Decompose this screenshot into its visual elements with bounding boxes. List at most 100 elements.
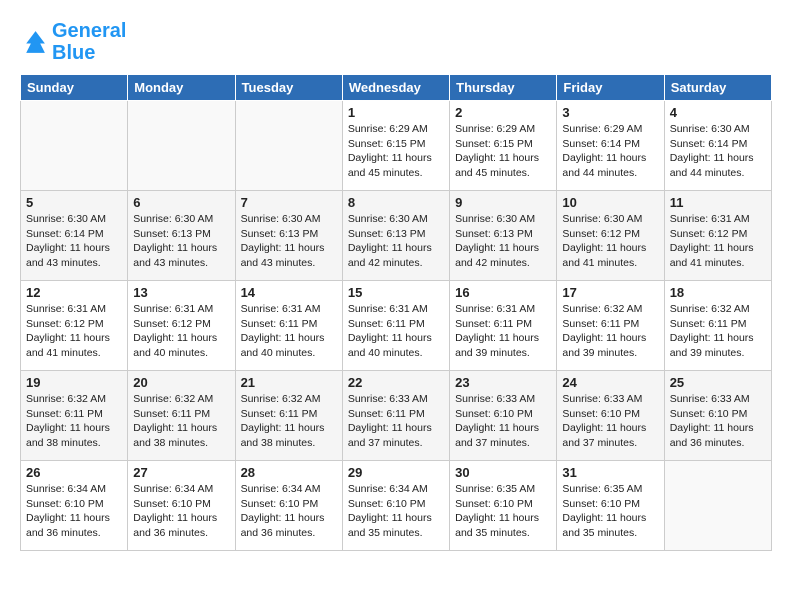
day-number: 22 bbox=[348, 375, 444, 390]
day-cell: 21Sunrise: 6:32 AM Sunset: 6:11 PM Dayli… bbox=[235, 371, 342, 461]
day-info: Sunrise: 6:32 AM Sunset: 6:11 PM Dayligh… bbox=[670, 302, 766, 361]
day-number: 26 bbox=[26, 465, 122, 480]
day-info: Sunrise: 6:34 AM Sunset: 6:10 PM Dayligh… bbox=[26, 482, 122, 541]
day-number: 12 bbox=[26, 285, 122, 300]
day-number: 30 bbox=[455, 465, 551, 480]
day-header-friday: Friday bbox=[557, 75, 664, 101]
day-info: Sunrise: 6:32 AM Sunset: 6:11 PM Dayligh… bbox=[26, 392, 122, 451]
day-number: 5 bbox=[26, 195, 122, 210]
day-number: 19 bbox=[26, 375, 122, 390]
day-cell: 6 Sunrise: 6:30 AM Sunset: 6:13 PM Daylig… bbox=[128, 191, 235, 281]
day-cell: 4 Sunrise: 6:30 AM Sunset: 6:14 PM Daylig… bbox=[664, 101, 771, 191]
day-cell: 12Sunrise: 6:31 AM Sunset: 6:12 PM Dayli… bbox=[21, 281, 128, 371]
day-number: 27 bbox=[133, 465, 229, 480]
day-cell: 25 Sunrise: 6:33 AM Sunset: 6:10 PM Dayli… bbox=[664, 371, 771, 461]
day-info: Sunrise: 6:35 AM Sunset: 6:10 PM Dayligh… bbox=[562, 482, 658, 541]
day-info: Sunrise: 6:33 AM Sunset: 6:10 PM Dayligh… bbox=[562, 392, 658, 451]
day-cell: 27 Sunrise: 6:34 AM Sunset: 6:10 PM Dayli… bbox=[128, 461, 235, 551]
day-cell: 23 Sunrise: 6:33 AM Sunset: 6:10 PM Dayli… bbox=[450, 371, 557, 461]
day-cell: 15Sunrise: 6:31 AM Sunset: 6:11 PM Dayli… bbox=[342, 281, 449, 371]
day-header-monday: Monday bbox=[128, 75, 235, 101]
day-info: Sunrise: 6:33 AM Sunset: 6:10 PM Dayligh… bbox=[455, 392, 551, 451]
day-header-wednesday: Wednesday bbox=[342, 75, 449, 101]
day-info: Sunrise: 6:32 AM Sunset: 6:11 PM Dayligh… bbox=[133, 392, 229, 451]
day-number: 21 bbox=[241, 375, 337, 390]
day-cell: 18 Sunrise: 6:32 AM Sunset: 6:11 PM Dayli… bbox=[664, 281, 771, 371]
day-cell: 7 Sunrise: 6:30 AM Sunset: 6:13 PM Daylig… bbox=[235, 191, 342, 281]
day-info: Sunrise: 6:30 AM Sunset: 6:13 PM Dayligh… bbox=[133, 212, 229, 271]
day-cell: 17Sunrise: 6:32 AM Sunset: 6:11 PM Dayli… bbox=[557, 281, 664, 371]
day-number: 7 bbox=[241, 195, 337, 210]
day-info: Sunrise: 6:31 AM Sunset: 6:12 PM Dayligh… bbox=[670, 212, 766, 271]
day-number: 28 bbox=[241, 465, 337, 480]
day-number: 3 bbox=[562, 105, 658, 120]
day-number: 14 bbox=[241, 285, 337, 300]
page-header: General Blue bbox=[20, 20, 772, 64]
day-cell: 16Sunrise: 6:31 AM Sunset: 6:11 PM Dayli… bbox=[450, 281, 557, 371]
day-number: 25 bbox=[670, 375, 766, 390]
day-cell: 30 Sunrise: 6:35 AM Sunset: 6:10 PM Dayli… bbox=[450, 461, 557, 551]
day-cell: 10 Sunrise: 6:30 AM Sunset: 6:12 PM Dayli… bbox=[557, 191, 664, 281]
day-header-sunday: Sunday bbox=[21, 75, 128, 101]
day-info: Sunrise: 6:31 AM Sunset: 6:11 PM Dayligh… bbox=[455, 302, 551, 361]
week-row-1: 1Sunrise: 6:29 AM Sunset: 6:15 PM Daylig… bbox=[21, 101, 772, 191]
day-number: 4 bbox=[670, 105, 766, 120]
day-cell: 28 Sunrise: 6:34 AM Sunset: 6:10 PM Dayli… bbox=[235, 461, 342, 551]
day-info: Sunrise: 6:33 AM Sunset: 6:10 PM Dayligh… bbox=[670, 392, 766, 451]
day-info: Sunrise: 6:29 AM Sunset: 6:14 PM Dayligh… bbox=[562, 122, 658, 181]
week-row-3: 12 Sunrise: 6:31 AM Sunset: 6:12 PM Dayli… bbox=[21, 281, 772, 371]
day-info: Sunrise: 6:35 AM Sunset: 6:10 PM Dayligh… bbox=[455, 482, 551, 541]
day-number: 11 bbox=[670, 195, 766, 210]
day-cell bbox=[128, 101, 235, 191]
day-info: Sunrise: 6:30 AM Sunset: 6:13 PM Dayligh… bbox=[455, 212, 551, 271]
day-cell: 11 Sunrise: 6:31 AM Sunset: 6:12 PM Dayli… bbox=[664, 191, 771, 281]
logo-text: General Blue bbox=[52, 20, 126, 64]
day-cell: 29 Sunrise: 6:34 AM Sunset: 6:10 PM Dayli… bbox=[342, 461, 449, 551]
week-row-2: 5 Sunrise: 6:30 AM Sunset: 6:14 PM Daylig… bbox=[21, 191, 772, 281]
day-header-thursday: Thursday bbox=[450, 75, 557, 101]
day-number: 8 bbox=[348, 195, 444, 210]
day-number: 1 bbox=[348, 105, 444, 120]
day-cell: 5 Sunrise: 6:30 AM Sunset: 6:14 PM Daylig… bbox=[21, 191, 128, 281]
day-info: Sunrise: 6:30 AM Sunset: 6:14 PM Dayligh… bbox=[670, 122, 766, 181]
day-info: Sunrise: 6:34 AM Sunset: 6:10 PM Dayligh… bbox=[241, 482, 337, 541]
day-info: Sunrise: 6:30 AM Sunset: 6:13 PM Dayligh… bbox=[241, 212, 337, 271]
day-header-tuesday: Tuesday bbox=[235, 75, 342, 101]
day-info: Sunrise: 6:34 AM Sunset: 6:10 PM Dayligh… bbox=[133, 482, 229, 541]
week-row-4: 19 Sunrise: 6:32 AM Sunset: 6:11 PM Dayli… bbox=[21, 371, 772, 461]
day-number: 20 bbox=[133, 375, 229, 390]
day-cell: 14 Sunrise: 6:31 AM Sunset: 6:11 PM Dayli… bbox=[235, 281, 342, 371]
week-row-5: 26 Sunrise: 6:34 AM Sunset: 6:10 PM Dayli… bbox=[21, 461, 772, 551]
day-number: 10 bbox=[562, 195, 658, 210]
day-number: 17 bbox=[562, 285, 658, 300]
day-cell: 24 Sunrise: 6:33 AM Sunset: 6:10 PM Dayli… bbox=[557, 371, 664, 461]
day-info: Sunrise: 6:30 AM Sunset: 6:14 PM Dayligh… bbox=[26, 212, 122, 271]
day-info: Sunrise: 6:31 AM Sunset: 6:11 PM Dayligh… bbox=[241, 302, 337, 361]
day-cell: 22 Sunrise: 6:33 AM Sunset: 6:11 PM Dayli… bbox=[342, 371, 449, 461]
day-cell: 20 Sunrise: 6:32 AM Sunset: 6:11 PM Dayli… bbox=[128, 371, 235, 461]
day-number: 29 bbox=[348, 465, 444, 480]
day-cell: 26 Sunrise: 6:34 AM Sunset: 6:10 PM Dayli… bbox=[21, 461, 128, 551]
day-info: Sunrise: 6:30 AM Sunset: 6:12 PM Dayligh… bbox=[562, 212, 658, 271]
day-info: Sunrise: 6:31 AM Sunset: 6:12 PM Dayligh… bbox=[133, 302, 229, 361]
day-number: 9 bbox=[455, 195, 551, 210]
day-number: 15 bbox=[348, 285, 444, 300]
calendar-table: SundayMondayTuesdayWednesdayThursdayFrid… bbox=[20, 74, 772, 551]
day-cell: 19 Sunrise: 6:32 AM Sunset: 6:11 PM Dayli… bbox=[21, 371, 128, 461]
day-number: 24 bbox=[562, 375, 658, 390]
days-header-row: SundayMondayTuesdayWednesdayThursdayFrid… bbox=[21, 75, 772, 101]
day-header-saturday: Saturday bbox=[664, 75, 771, 101]
day-cell bbox=[664, 461, 771, 551]
day-cell: 13Sunrise: 6:31 AM Sunset: 6:12 PM Dayli… bbox=[128, 281, 235, 371]
day-number: 18 bbox=[670, 285, 766, 300]
day-info: Sunrise: 6:30 AM Sunset: 6:13 PM Dayligh… bbox=[348, 212, 444, 271]
day-info: Sunrise: 6:33 AM Sunset: 6:11 PM Dayligh… bbox=[348, 392, 444, 451]
day-cell: 31Sunrise: 6:35 AM Sunset: 6:10 PM Dayli… bbox=[557, 461, 664, 551]
day-cell: 8 Sunrise: 6:30 AM Sunset: 6:13 PM Daylig… bbox=[342, 191, 449, 281]
day-info: Sunrise: 6:34 AM Sunset: 6:10 PM Dayligh… bbox=[348, 482, 444, 541]
day-number: 23 bbox=[455, 375, 551, 390]
day-cell bbox=[21, 101, 128, 191]
logo-icon bbox=[20, 28, 48, 56]
logo: General Blue bbox=[20, 20, 126, 64]
day-number: 6 bbox=[133, 195, 229, 210]
